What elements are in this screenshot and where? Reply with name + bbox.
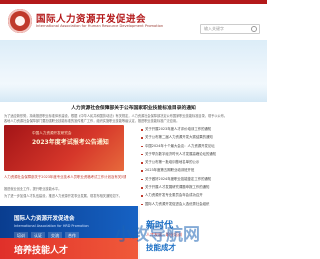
bullet-icon	[141, 129, 143, 131]
search-icon[interactable]	[251, 26, 257, 32]
notice-body-line: 各地人力资源社会保障部门要加强职业技能标准的宣传推广工作，组织实施职业技能等级认…	[4, 119, 180, 123]
promo-red-text: 培养技能人才	[14, 246, 69, 256]
news-title: 关于开展2023年度人才评价培训工作的通知	[145, 127, 212, 131]
search-input[interactable]: 输入关键字	[200, 24, 260, 34]
summary-line: 为了进一步加强人才队伍建设，推进人力资源开发事业发展，现发布相关通知如下。	[4, 194, 122, 198]
summary-line: 推进就业创业工作，提升职业技能水平。	[4, 187, 62, 191]
news-item[interactable]: 关于公布第二届人力资源开发大赛结果的通知	[140, 134, 264, 142]
hero-banner	[0, 40, 267, 102]
news-title: 关于公布第一批培训基地名单的公示	[145, 160, 200, 165]
news-item[interactable]: 人力资源开发专业委员会年会成功召开	[140, 192, 264, 200]
logo-emblem-icon	[15, 16, 25, 26]
slide-headline: 2023年度考试报考公告通知	[32, 139, 109, 146]
site-watermark: 小攻导航网	[115, 225, 200, 245]
news-title: 关于举办数字经济时代人才发展高峰论坛的通知	[145, 151, 217, 156]
bullet-icon	[141, 162, 143, 164]
featured-slide[interactable]: 中国人力资源开发研究会 2023年度考试报考公告通知	[4, 125, 124, 171]
news-list: 关于开展2023年度人才评价培训工作的通知 关于公布第二届人力资源开发大赛结果的…	[140, 126, 264, 209]
bullet-icon	[141, 195, 143, 197]
promo-subtitle: International Association for HRD Promot…	[14, 224, 89, 228]
top-accent-bar	[0, 0, 267, 4]
news-title: 中国2024年十个最大会议：人力资源开发论坛	[145, 143, 215, 148]
bullet-icon	[141, 153, 143, 156]
news-item[interactable]: 2023年度第五期职业培训班开班	[140, 167, 264, 175]
news-title: 关于开展人才发展研究课题申报工作的通知	[145, 185, 210, 190]
news-item[interactable]: 关于公布第一批培训基地名单的公示	[140, 159, 264, 167]
news-title: 关于做好2024年度职业技能鉴定工作的通知	[145, 176, 212, 181]
bullet-icon	[141, 178, 143, 181]
news-title: 人力资源开发专业委员会年会成功召开	[145, 193, 203, 198]
news-item[interactable]: 关于举办数字经济时代人才发展高峰论坛的通知	[140, 151, 264, 159]
news-item[interactable]: 关于开展2023年度人才评价培训工作的通知	[140, 126, 264, 134]
bullet-icon	[141, 145, 143, 148]
news-item[interactable]: 关于开展人才发展研究课题申报工作的通知	[140, 184, 264, 192]
news-title: 2023年度第五期职业培训班开班	[145, 168, 195, 173]
slide-org-label: 中国人力资源开发研究会	[32, 131, 72, 135]
search-placeholder: 输入关键字	[204, 26, 224, 31]
slide-caption[interactable]: 人力资源社会保障部关于2023年度专业技术人员职业资格考试工作计划及有关问题的通…	[4, 174, 126, 179]
bullet-icon	[141, 187, 143, 189]
bullet-icon	[141, 170, 143, 173]
site-subtitle: International Association for Human Reso…	[36, 24, 164, 28]
association-logo[interactable]	[8, 9, 32, 33]
news-item[interactable]: 关于做好2024年度职业技能鉴定工作的通知	[140, 176, 264, 184]
promo-title: 国际人力资源开发促进会	[14, 216, 75, 222]
site-title[interactable]: 国际人力资源开发促进会	[36, 11, 146, 25]
news-item[interactable]: 中国2024年十个最大会议：人力资源开发论坛	[140, 143, 264, 151]
news-title: 关于公布第二届人力资源开发大赛结果的通知	[145, 135, 213, 140]
bullet-icon	[141, 137, 143, 139]
notice-headline[interactable]: 人力资源社会保障部关于公布国家职业技能标准目录的通知	[0, 104, 267, 111]
banner-landscape	[0, 84, 267, 102]
